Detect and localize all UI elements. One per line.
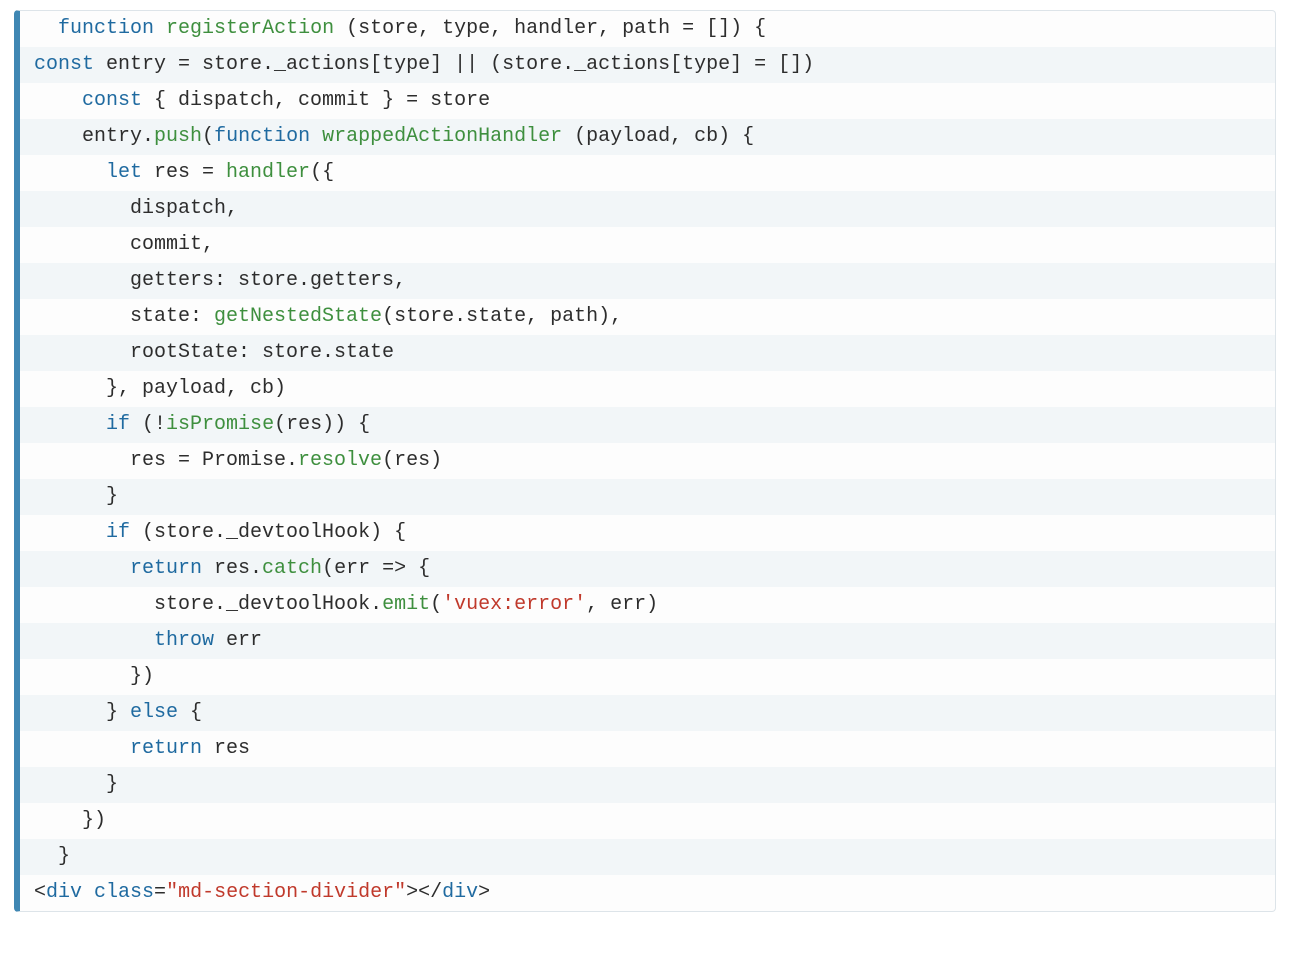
code-token: const — [34, 53, 106, 76]
code-line: commit, — [20, 227, 1275, 263]
code-token: push — [154, 125, 202, 148]
code-token: class — [94, 881, 154, 904]
code-line: return res — [20, 731, 1275, 767]
code-token: > — [406, 881, 418, 904]
code-line: getters: store.getters, — [20, 263, 1275, 299]
code-token: let — [106, 161, 154, 184]
code-line: }, payload, cb) — [20, 371, 1275, 407]
code-token: getters: store.getters, — [130, 269, 406, 292]
code-token: registerAction — [166, 17, 346, 40]
code-token: } — [106, 773, 118, 796]
code-token: div — [442, 881, 478, 904]
code-token: res = — [154, 161, 226, 184]
code-line: rootState: store.state — [20, 335, 1275, 371]
code-token: (payload, cb) { — [574, 125, 754, 148]
code-line: } — [20, 479, 1275, 515]
code-line: if (!isPromise(res)) { — [20, 407, 1275, 443]
code-token: getNestedState — [214, 305, 382, 328]
code-token: res = Promise. — [130, 449, 298, 472]
code-line: res = Promise.resolve(res) — [20, 443, 1275, 479]
code-token: store._devtoolHook. — [154, 593, 382, 616]
code-line: }) — [20, 659, 1275, 695]
code-line: } — [20, 839, 1275, 875]
code-token: (res) — [382, 449, 442, 472]
code-token: err — [226, 629, 262, 652]
code-line: function registerAction (store, type, ha… — [20, 11, 1275, 47]
code-token: else — [130, 701, 190, 724]
code-token: ({ — [310, 161, 334, 184]
code-token: (store.state, path), — [382, 305, 622, 328]
page-wrap: function registerAction (store, type, ha… — [0, 0, 1290, 976]
code-token: return — [130, 557, 214, 580]
code-token: > — [478, 881, 490, 904]
code-token: ( — [202, 125, 214, 148]
code-line: store._devtoolHook.emit('vuex:error', er… — [20, 587, 1275, 623]
code-token: (store._devtoolHook) { — [142, 521, 406, 544]
code-token: isPromise — [166, 413, 274, 436]
code-token: "md-section-divider" — [166, 881, 406, 904]
code-token: div — [46, 881, 94, 904]
code-token: (res)) { — [274, 413, 370, 436]
code-line: let res = handler({ — [20, 155, 1275, 191]
code-line: const { dispatch, commit } = store — [20, 83, 1275, 119]
code-token: ( — [430, 593, 442, 616]
code-token: , err) — [586, 593, 658, 616]
code-token: catch — [262, 557, 322, 580]
code-line: state: getNestedState(store.state, path)… — [20, 299, 1275, 335]
code-line: if (store._devtoolHook) { — [20, 515, 1275, 551]
code-token: entry. — [82, 125, 154, 148]
code-token: function — [214, 125, 322, 148]
code-token: } — [58, 845, 70, 868]
code-line: throw err — [20, 623, 1275, 659]
code-token: if — [106, 521, 142, 544]
code-line: dispatch, — [20, 191, 1275, 227]
code-token: </ — [418, 881, 442, 904]
code-token: }, payload, cb) — [106, 377, 286, 400]
code-token: (store, type, handler, path = []) { — [346, 17, 766, 40]
code-token: function — [58, 17, 166, 40]
code-token: }) — [130, 665, 154, 688]
code-line: }) — [20, 803, 1275, 839]
code-token: < — [34, 881, 46, 904]
code-line: } else { — [20, 695, 1275, 731]
code-line: entry.push(function wrappedActionHandler… — [20, 119, 1275, 155]
code-token: if — [106, 413, 142, 436]
code-line: <div class="md-section-divider"></div> — [20, 875, 1275, 911]
code-token: (! — [142, 413, 166, 436]
code-token: (err => { — [322, 557, 430, 580]
code-token: resolve — [298, 449, 382, 472]
code-token: { dispatch, commit } = store — [154, 89, 490, 112]
code-token: } — [106, 701, 130, 724]
code-token: rootState: store.state — [130, 341, 394, 364]
code-token: res — [214, 737, 250, 760]
code-line: const entry = store._actions[type] || (s… — [20, 47, 1275, 83]
code-token: 'vuex:error' — [442, 593, 586, 616]
code-token: wrappedActionHandler — [322, 125, 574, 148]
code-token: commit, — [130, 233, 214, 256]
code-token: dispatch, — [130, 197, 238, 220]
code-line: } — [20, 767, 1275, 803]
code-token: throw — [154, 629, 226, 652]
code-token: const — [82, 89, 154, 112]
code-token: { — [190, 701, 202, 724]
code-token: entry = store._actions[type] || (store._… — [106, 53, 814, 76]
code-token: = — [154, 881, 166, 904]
code-token: res. — [214, 557, 262, 580]
code-token: handler — [226, 161, 310, 184]
code-token: }) — [82, 809, 106, 832]
code-token: return — [130, 737, 214, 760]
code-token: emit — [382, 593, 430, 616]
code-line: return res.catch(err => { — [20, 551, 1275, 587]
code-block[interactable]: function registerAction (store, type, ha… — [14, 10, 1276, 912]
code-token: state: — [130, 305, 214, 328]
code-token: } — [106, 485, 118, 508]
